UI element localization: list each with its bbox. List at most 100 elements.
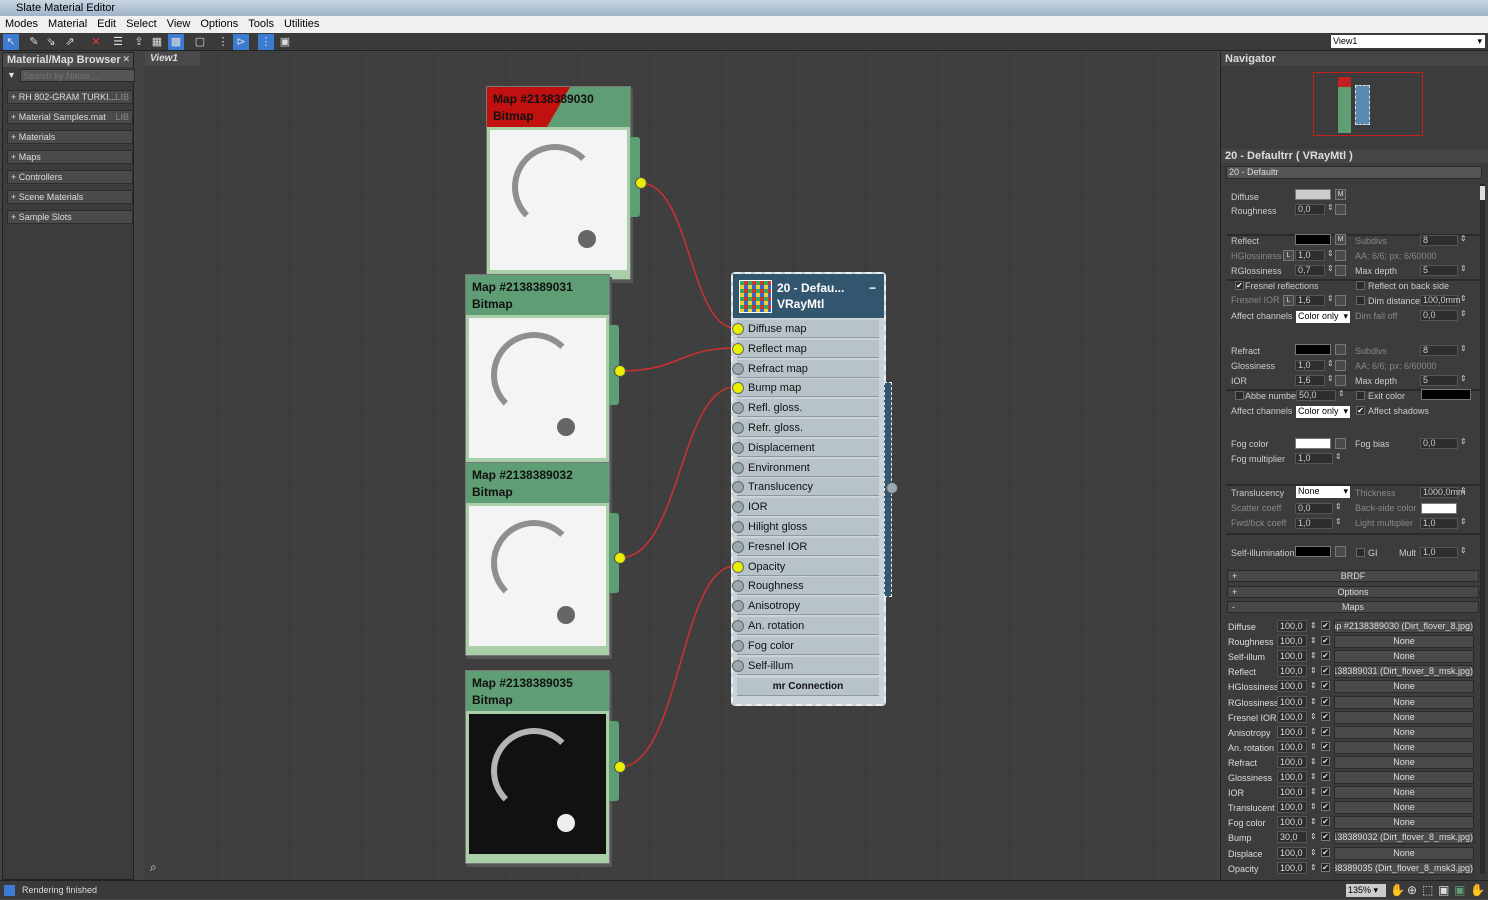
map-amount-field[interactable]: 30,0 (1277, 831, 1307, 844)
spinner-icon[interactable]: ⇕ (1460, 264, 1467, 273)
field-hgloss_val[interactable]: 1,0 (1295, 250, 1325, 261)
map-button[interactable]: L (1283, 250, 1294, 261)
browser-item[interactable]: + RH 802-GRAM TURKI... LIB (7, 90, 133, 104)
bitmap-node[interactable]: Map #2138389031 Bitmap (465, 274, 619, 468)
menu-modes[interactable]: Modes (0, 16, 43, 33)
bitmap-node[interactable]: Map #2138389030 Bitmap (486, 86, 640, 280)
map-slot-button[interactable]: None (1334, 635, 1474, 649)
field-ior_val[interactable]: 1,6 (1295, 375, 1325, 386)
spinner-icon[interactable]: ⇕ (1460, 546, 1467, 555)
map-amount-field[interactable]: 100,0 (1277, 620, 1307, 632)
map-slot-button[interactable]: None (1334, 725, 1474, 739)
input-port[interactable] (732, 402, 744, 415)
spinner-icon[interactable]: ⇕ (1310, 666, 1317, 675)
input-port[interactable] (732, 461, 744, 474)
map-slot-button[interactable]: None (1334, 710, 1474, 724)
map-amount-field[interactable]: 100,0 (1277, 635, 1307, 648)
menu-select[interactable]: Select (121, 16, 162, 33)
input-slot[interactable]: Reflect map (732, 339, 879, 358)
reflect-backside-checkbox[interactable] (1356, 281, 1365, 290)
map-button[interactable]: L (1283, 295, 1294, 306)
show-map-icon[interactable]: ▦ (149, 34, 165, 50)
spinner-icon[interactable]: ⇕ (1310, 621, 1317, 630)
map-amount-field[interactable]: 100,0 (1277, 861, 1307, 874)
input-port[interactable] (732, 382, 744, 395)
spinner-icon[interactable]: ⇕ (1460, 374, 1467, 383)
map-enabled-checkbox[interactable]: ✔ (1321, 621, 1330, 630)
input-port[interactable] (732, 362, 744, 375)
map-node-header[interactable]: Map #2138389031 Bitmap (466, 275, 609, 315)
dim-distance-checkbox[interactable] (1356, 296, 1365, 305)
spinner-icon[interactable]: ⇕ (1310, 832, 1317, 841)
map-enabled-checkbox[interactable]: ✔ (1321, 847, 1330, 857)
input-slot[interactable]: Displacement (732, 438, 879, 457)
spinner-icon[interactable]: ⇕ (1460, 486, 1467, 495)
map-button[interactable] (1335, 204, 1346, 215)
collapse-icon[interactable]: − (869, 280, 876, 296)
spinner-icon[interactable]: ⇕ (1335, 452, 1342, 461)
input-port[interactable] (732, 620, 744, 632)
field-dimfall_val[interactable]: 0,0 (1420, 310, 1458, 321)
input-slot[interactable]: Fog color (732, 636, 879, 655)
spinner-icon[interactable]: ⇕ (1310, 727, 1317, 736)
map-slot-button[interactable]: Map #2138389035 (Dirt_flover_8_msk3.jpg) (1334, 861, 1474, 875)
exit-color-checkbox[interactable] (1356, 391, 1365, 400)
select-icon[interactable]: ↖ (3, 34, 19, 50)
map-node-header[interactable]: Map #2138389032 Bitmap (466, 463, 609, 503)
field-gloss_val[interactable]: 1,0 (1295, 360, 1325, 371)
spinner-icon[interactable]: ⇕ (1335, 517, 1342, 526)
assign-material-icon[interactable]: ⇗ (62, 34, 78, 50)
spinner-icon[interactable]: ⇕ (1327, 374, 1334, 383)
refract-color-swatch[interactable] (1295, 344, 1331, 355)
input-slot[interactable]: An. rotation (732, 617, 879, 635)
input-port[interactable] (732, 323, 744, 335)
input-slot[interactable]: Roughness (732, 577, 879, 596)
spinner-icon[interactable]: ⇕ (1310, 848, 1317, 857)
spinner-icon[interactable]: ⇕ (1310, 757, 1317, 766)
field-maxdepth_val[interactable]: 5 (1420, 265, 1458, 276)
map-slot-button[interactable]: None (1334, 771, 1474, 784)
spinner-icon[interactable]: ⇕ (1310, 742, 1317, 751)
exit-color-swatch[interactable] (1421, 389, 1471, 400)
map-enabled-checkbox[interactable]: ✔ (1321, 666, 1330, 676)
input-slot[interactable]: Refl. gloss. (732, 399, 879, 418)
field-fwd_val[interactable]: 1,0 (1295, 518, 1333, 529)
map-slot-button[interactable]: Map #2138389030 (Dirt_flover_8.jpg) (1334, 620, 1474, 633)
map-slot-button[interactable]: None (1334, 816, 1474, 830)
map-amount-field[interactable]: 100,0 (1277, 771, 1307, 783)
input-slot[interactable]: Anisotropy (732, 597, 879, 616)
zoom-select[interactable]: 135% ▾ (1346, 884, 1386, 897)
input-slot[interactable]: Translucency (732, 478, 879, 497)
map-slot-button[interactable]: None (1334, 801, 1474, 815)
map-enabled-checkbox[interactable]: ✔ (1321, 832, 1330, 842)
spinner-icon[interactable]: ⇕ (1327, 249, 1334, 258)
map-output-port[interactable] (614, 365, 626, 377)
layout-icon[interactable]: ▢ (192, 34, 208, 50)
spinner-icon[interactable]: ⇕ (1327, 203, 1334, 212)
field-roughness_val[interactable]: 0,0 (1295, 204, 1325, 215)
map-enabled-checkbox[interactable]: ✔ (1321, 726, 1330, 736)
map-amount-field[interactable]: 100,0 (1277, 740, 1307, 753)
pan-icon[interactable]: ✋ (1390, 881, 1405, 900)
menu-tools[interactable]: Tools (243, 16, 279, 33)
hide-unused-icon[interactable]: ⇪ (131, 34, 147, 50)
mr-connection-rollout[interactable]: mr Connection (737, 678, 879, 696)
map-enabled-checkbox[interactable]: ✔ (1321, 741, 1330, 751)
select-by-material-icon[interactable]: ▣ (277, 34, 293, 50)
map-slot-button[interactable]: Map #2138389032 (Dirt_flover_8_msk.jpg) (1334, 831, 1474, 845)
map-slot-button[interactable]: None (1334, 786, 1474, 800)
node-view[interactable] (145, 52, 1217, 880)
map-slot-button[interactable]: None (1334, 695, 1474, 709)
spinner-icon[interactable]: ⇕ (1310, 863, 1317, 872)
map-button[interactable] (1335, 344, 1346, 355)
field-thick_val[interactable]: 1000,0mm (1420, 487, 1466, 498)
map-slot-button[interactable]: None (1334, 650, 1474, 664)
map-enabled-checkbox[interactable]: ✔ (1321, 802, 1330, 812)
dropdown-transl_val[interactable]: None ▾ (1296, 486, 1350, 498)
browser-item[interactable]: + Scene Materials (7, 190, 133, 204)
input-port[interactable] (732, 441, 744, 454)
input-port[interactable] (732, 540, 744, 553)
spinner-icon[interactable]: ⇕ (1327, 359, 1334, 368)
material-node-header[interactable]: 20 - Defau... VRayMtl − (733, 274, 884, 318)
field-scatter_val[interactable]: 0,0 (1295, 503, 1333, 514)
